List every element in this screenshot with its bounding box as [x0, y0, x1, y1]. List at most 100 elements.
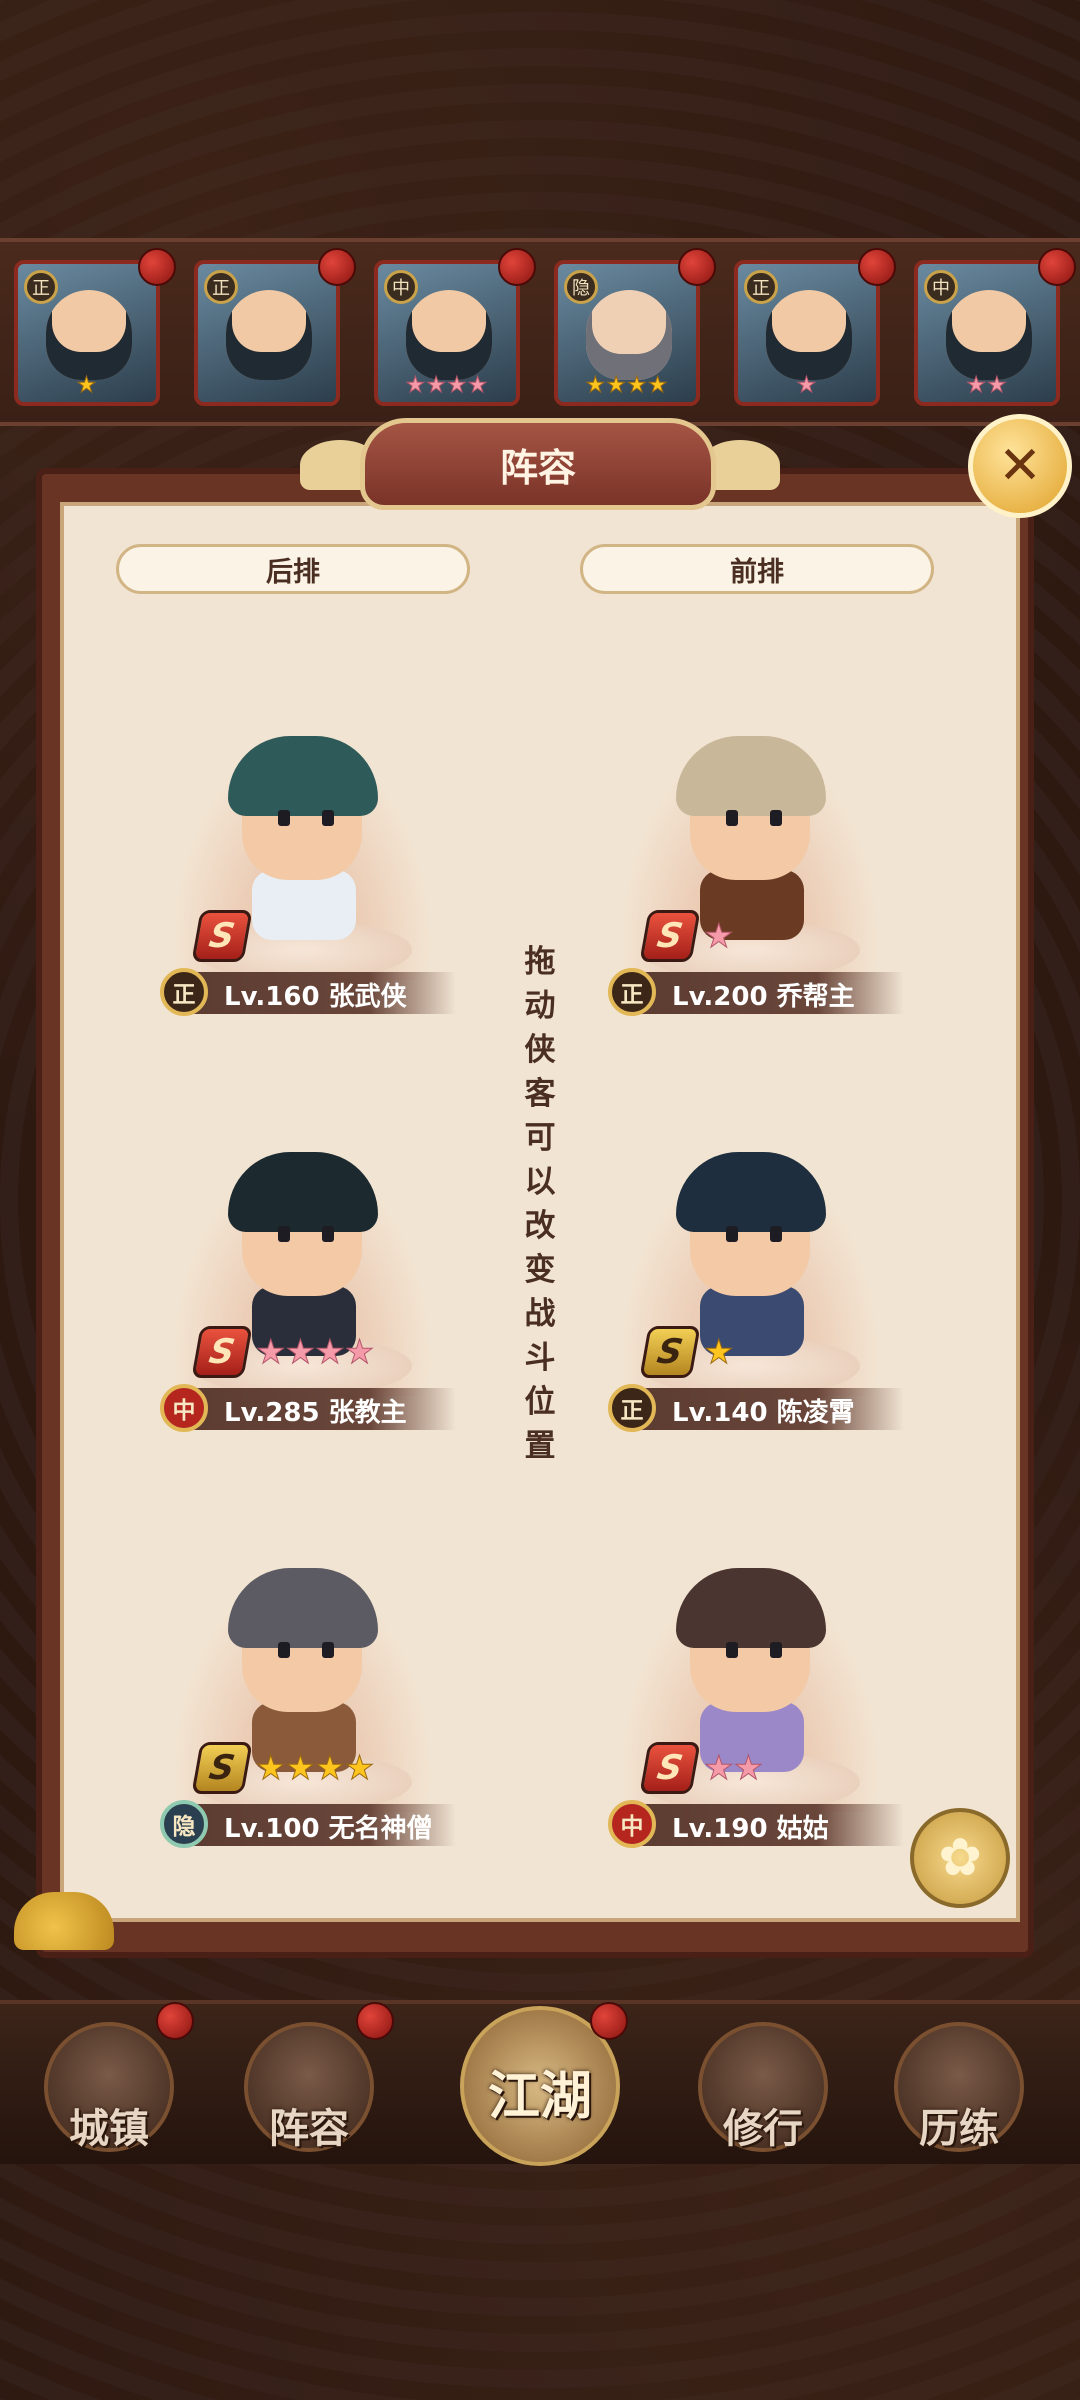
- faction-badge: 正: [204, 270, 238, 304]
- star-rating: ★: [704, 1332, 735, 1372]
- panel-title: 阵容: [360, 418, 716, 510]
- hero-slot-front-3[interactable]: S ★★ 中 Lv.190 姑姑: [580, 1542, 920, 1862]
- hero-eye: [322, 1226, 334, 1242]
- hero-portrait-face: [226, 290, 312, 380]
- hero-eye: [770, 810, 782, 826]
- hero-portrait-face: [46, 290, 132, 380]
- hero-name-level: Lv.140 陈凌霄: [672, 1398, 855, 1428]
- grade-badge: S: [639, 1326, 701, 1378]
- star-rating: ★★★★: [255, 1748, 375, 1788]
- drag-hint-text: 拖动侠客可以改变战斗位置: [524, 944, 556, 1464]
- grade-badge: S: [191, 1326, 253, 1378]
- lantern-icon: [678, 248, 716, 286]
- faction-badge: 中: [608, 1800, 656, 1848]
- hero-eye: [726, 1642, 738, 1658]
- hero-portrait-face: [406, 290, 492, 380]
- star-rating: ★★★★: [405, 373, 489, 399]
- faction-badge: 中: [924, 270, 958, 304]
- hero-slot-front-1[interactable]: S ★ 正 Lv.200 乔帮主: [580, 710, 920, 1030]
- nav-label: 历练: [919, 2106, 999, 2152]
- star-rating: ★★★★: [585, 373, 669, 399]
- nav-cultivation[interactable]: 修行: [698, 2022, 828, 2152]
- nav-label: 阵容: [269, 2106, 349, 2152]
- faction-badge: 隐: [160, 1800, 208, 1848]
- star-rating: ★: [796, 373, 818, 399]
- hero-portrait-2[interactable]: 正: [194, 260, 340, 406]
- hero-portrait-5[interactable]: 正 ★: [734, 260, 880, 406]
- hero-name-bar: 正 Lv.140 陈凌霄: [608, 1384, 904, 1432]
- hero-name-level: Lv.200 乔帮主: [672, 982, 855, 1012]
- cloud-ornament: [14, 1892, 114, 1950]
- faction-badge: 中: [384, 270, 418, 304]
- hero-name-level: Lv.285 张教主: [224, 1398, 407, 1428]
- faction-badge: 正: [608, 1384, 656, 1432]
- hero-selection-strip: 正 ★ 正 中 ★★★★ 隐 ★★★★ 正 ★ 中 ★★: [0, 238, 1080, 426]
- bottom-navigation: 城镇 阵容 江湖 修行 历练: [0, 2000, 1080, 2166]
- hero-name-level: Lv.160 张武侠: [224, 982, 407, 1012]
- star-rating: ★: [76, 373, 98, 399]
- hero-slot-back-3[interactable]: S ★★★★ 隐 Lv.100 无名神僧: [132, 1542, 472, 1862]
- lantern-icon: [356, 2002, 394, 2040]
- lantern-icon: [590, 2002, 628, 2040]
- nav-label: 城镇: [69, 2106, 149, 2152]
- grade-badge: S: [191, 910, 253, 962]
- faction-badge: 正: [608, 968, 656, 1016]
- hero-name-bar: 隐 Lv.100 无名神僧: [160, 1800, 456, 1848]
- grade-badge: S: [191, 1742, 253, 1794]
- hero-slot-back-1[interactable]: S 正 Lv.160 张武侠: [132, 710, 472, 1030]
- lantern-icon: [318, 248, 356, 286]
- lantern-icon: [138, 248, 176, 286]
- hero-name-bar: 正 Lv.200 乔帮主: [608, 968, 904, 1016]
- faction-badge: 中: [160, 1384, 208, 1432]
- star-rating: ★: [704, 916, 735, 956]
- lantern-icon: [498, 248, 536, 286]
- hero-portrait-6[interactable]: 中 ★★: [914, 260, 1060, 406]
- grade-badge: S: [639, 1742, 701, 1794]
- hero-name-bar: 正 Lv.160 张武侠: [160, 968, 456, 1016]
- star-rating: ★★: [703, 1748, 764, 1788]
- lantern-icon: [156, 2002, 194, 2040]
- star-rating: ★★: [966, 373, 1008, 399]
- front-row-header: 前排: [580, 544, 934, 594]
- hero-portrait-face: [766, 290, 852, 380]
- hero-name-level: Lv.100 无名神僧: [224, 1814, 433, 1844]
- faction-badge: 正: [24, 270, 58, 304]
- nav-label: 江湖: [487, 2067, 592, 2127]
- hero-slot-back-2[interactable]: S ★★★★ 中 Lv.285 张教主: [132, 1126, 472, 1446]
- back-row-header: 后排: [116, 544, 470, 594]
- hero-portrait-4[interactable]: 隐 ★★★★: [554, 260, 700, 406]
- close-icon: ✕: [998, 436, 1042, 496]
- close-button[interactable]: ✕: [968, 414, 1072, 518]
- hero-portrait-face: [586, 290, 672, 380]
- faction-badge: 正: [744, 270, 778, 304]
- lantern-icon: [858, 248, 896, 286]
- hero-eye: [770, 1226, 782, 1242]
- lantern-icon: [1038, 248, 1076, 286]
- faction-badge: 正: [160, 968, 208, 1016]
- hero-eye: [726, 810, 738, 826]
- faction-badge: 隐: [564, 270, 598, 304]
- hero-eye: [770, 1642, 782, 1658]
- star-rating: ★★★★: [255, 1332, 375, 1372]
- hero-eye: [322, 1642, 334, 1658]
- hero-portrait-3[interactable]: 中 ★★★★: [374, 260, 520, 406]
- hero-eye: [322, 810, 334, 826]
- hero-slot-front-2[interactable]: S ★ 正 Lv.140 陈凌霄: [580, 1126, 920, 1446]
- hero-eye: [278, 1642, 290, 1658]
- hero-portrait-face: [946, 290, 1032, 380]
- hero-eye: [278, 1226, 290, 1242]
- nav-town[interactable]: 城镇: [44, 2022, 174, 2152]
- nav-label: 修行: [723, 2106, 803, 2152]
- nav-training[interactable]: 历练: [894, 2022, 1024, 2152]
- formation-button[interactable]: ✿: [910, 1808, 1010, 1908]
- hero-name-level: Lv.190 姑姑: [672, 1814, 829, 1844]
- nav-lineup[interactable]: 阵容: [244, 2022, 374, 2152]
- hero-name-bar: 中 Lv.190 姑姑: [608, 1800, 904, 1848]
- fan-icon: ✿: [938, 1828, 982, 1888]
- grade-badge: S: [639, 910, 701, 962]
- hero-name-bar: 中 Lv.285 张教主: [160, 1384, 456, 1432]
- hero-eye: [726, 1226, 738, 1242]
- hero-portrait-1[interactable]: 正 ★: [14, 260, 160, 406]
- hero-eye: [278, 810, 290, 826]
- hero-body: [252, 870, 356, 940]
